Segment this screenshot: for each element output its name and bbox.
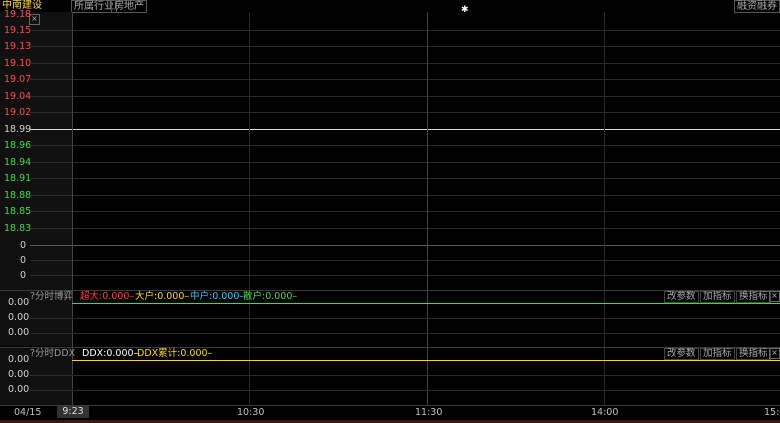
gridline	[30, 96, 780, 97]
time-tick: 15:00	[764, 407, 780, 418]
gridline	[30, 375, 780, 376]
indicator1-header: ?分时博弈 超大:0.000– 大户:0.000– 中户:0.000– 散户:0…	[30, 291, 780, 303]
gridline	[30, 46, 780, 47]
add-indicator-button[interactable]: 加指标	[700, 291, 735, 303]
price-label: 18.88	[4, 190, 32, 201]
indicator1-item-retail: 散户:0.000–	[243, 291, 298, 302]
indicator1-title[interactable]: ?分时博弈	[30, 291, 73, 302]
gridline	[30, 162, 780, 163]
gridline	[30, 260, 780, 261]
gridline	[30, 275, 780, 276]
gridline	[30, 112, 780, 113]
indicator1-item-super: 超大:0.000–	[80, 291, 135, 302]
pane-separator	[0, 405, 780, 406]
price-label: 19.07	[4, 74, 32, 85]
indicator2-title[interactable]: ?分时DDX	[30, 348, 75, 359]
indicator2-header: ?分时DDX DDX:0.000– DDX累计:0.000– 改参数 加指标 换…	[30, 348, 780, 360]
indicator2-axis-label: 0.00	[8, 384, 30, 395]
time-tick: 11:30	[415, 407, 443, 418]
indicator1-line	[72, 303, 780, 304]
price-label: 18.99	[4, 124, 32, 135]
gridline	[30, 195, 780, 196]
indicator1-item-medium: 中户:0.000–	[190, 291, 245, 302]
top-bar: 中南建设 所属行业 房地产 融资融券	[0, 0, 780, 13]
add-indicator-button[interactable]: 加指标	[700, 348, 735, 360]
gridline	[30, 30, 780, 31]
price-label: 18.85	[4, 206, 32, 217]
price-label: 19.02	[4, 107, 32, 118]
price-label: 19.04	[4, 91, 32, 102]
gridline	[30, 318, 780, 319]
gridline	[30, 333, 780, 334]
change-params-button[interactable]: 改参数	[664, 291, 699, 303]
price-label: 19.15	[4, 25, 32, 36]
price-label: 18.83	[4, 223, 32, 234]
price-label: 18.94	[4, 157, 32, 168]
gridline	[30, 178, 780, 179]
price-label: 19.13	[4, 41, 32, 52]
indicator2-item-ddx: DDX:0.000–	[82, 348, 139, 359]
indicator1-axis-label: 0.00	[8, 312, 30, 323]
indicator2-axis-label: 0.00	[8, 369, 30, 380]
volume-label: 0	[20, 255, 27, 266]
gridline	[30, 390, 780, 391]
switch-indicator-button[interactable]: 换指标	[736, 348, 771, 360]
gridline	[30, 79, 780, 80]
price-label: 18.91	[4, 173, 32, 184]
volume-label: 0	[20, 240, 27, 251]
indicator2-item-ddx-cumulative: DDX累计:0.000–	[137, 348, 213, 359]
current-time-box: 9:23	[57, 406, 89, 418]
close-icon[interactable]: ×	[769, 348, 780, 359]
price-chart-pane[interactable]: ×	[0, 12, 780, 290]
price-label: 19.18	[4, 9, 32, 20]
volume-label: 0	[20, 270, 27, 281]
indicator1-axis-label: 0.00	[8, 327, 30, 338]
reference-price-line	[30, 129, 780, 130]
gridline	[30, 211, 780, 212]
time-tick: 10:30	[237, 407, 265, 418]
volume-baseline	[30, 245, 780, 246]
gridline	[30, 145, 780, 146]
indicator2-line	[72, 360, 780, 361]
indicator2-axis-label: 0.00	[8, 354, 30, 365]
close-icon[interactable]: ×	[769, 291, 780, 302]
indicator1-item-large: 大户:0.000–	[135, 291, 190, 302]
gridline	[30, 63, 780, 64]
gridline	[30, 228, 780, 229]
date-label: 04/15	[14, 407, 42, 418]
price-label: 19.10	[4, 58, 32, 69]
time-tick: 14:00	[591, 407, 619, 418]
indicator1-axis-label: 0.00	[8, 297, 30, 308]
switch-indicator-button[interactable]: 换指标	[736, 291, 771, 303]
change-params-button[interactable]: 改参数	[664, 348, 699, 360]
price-label: 18.96	[4, 140, 32, 151]
